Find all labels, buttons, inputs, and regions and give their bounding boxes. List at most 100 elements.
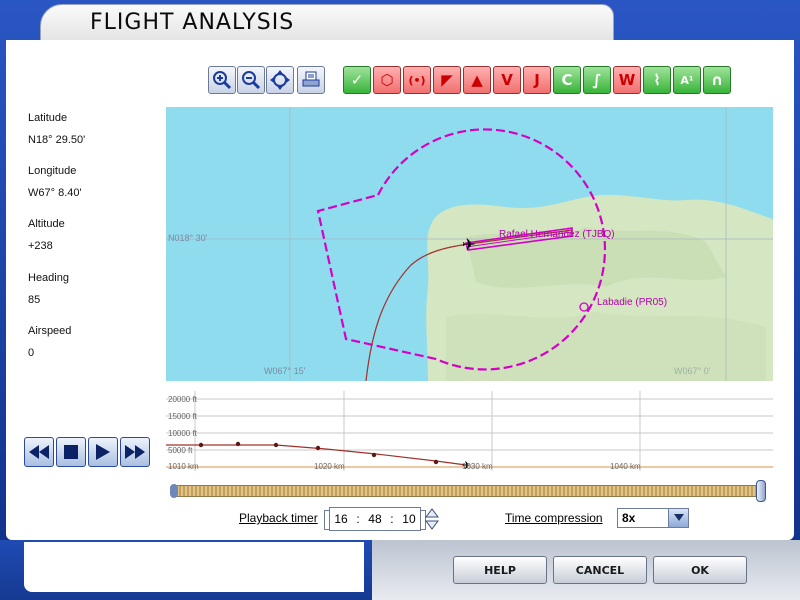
zoom-in-button[interactable] bbox=[208, 66, 236, 94]
timer-sep-1: : bbox=[356, 512, 360, 526]
jet-airway-button[interactable]: J bbox=[523, 66, 551, 94]
timer-sep-2: : bbox=[390, 512, 394, 526]
terrain-shade-2 bbox=[446, 312, 766, 381]
airspace-icon: C bbox=[561, 71, 573, 89]
terrain-icon: ⌇ bbox=[653, 71, 661, 89]
weather-button[interactable]: W bbox=[613, 66, 641, 94]
time-compression-select[interactable]: 8x bbox=[617, 508, 689, 528]
lon-grid-label: W067° 15' bbox=[264, 366, 306, 376]
fast-forward-icon bbox=[125, 445, 145, 459]
heading-label: Heading bbox=[28, 272, 69, 284]
stop-button[interactable] bbox=[56, 437, 86, 467]
route-icon: ∫ bbox=[592, 71, 602, 89]
help-button[interactable]: HELP bbox=[453, 556, 547, 584]
dist-tick-1030: 1030 km bbox=[462, 462, 493, 471]
profile-marker-1 bbox=[198, 442, 204, 448]
timer-minutes[interactable]: 48 bbox=[368, 512, 381, 526]
ok-button[interactable]: OK bbox=[653, 556, 747, 584]
victor-airway-button[interactable]: V bbox=[493, 66, 521, 94]
profile-canvas: ✈ bbox=[166, 391, 773, 471]
print-icon bbox=[302, 71, 320, 87]
vor-icon: ⬡ bbox=[380, 71, 394, 89]
cancel-button[interactable]: CANCEL bbox=[553, 556, 647, 584]
altitude-profile: ✈ 20000 ft 15000 ft 10000 ft 5000 ft 101… bbox=[166, 391, 773, 471]
airport-button[interactable]: ✓ bbox=[343, 66, 371, 94]
zoom-out-icon bbox=[242, 71, 261, 90]
lat-grid-label: N018° 30' bbox=[168, 233, 208, 243]
airspeed-value: 0 bbox=[28, 347, 35, 359]
airport-icon: ✓ bbox=[350, 71, 364, 89]
playback-slider-start bbox=[170, 484, 178, 498]
lon-grid-label-right: W067° 0' bbox=[674, 366, 711, 376]
zoom-out-button[interactable] bbox=[237, 66, 265, 94]
map-canvas: ✈ bbox=[166, 107, 773, 381]
latitude-label: Latitude bbox=[28, 112, 68, 124]
longitude-label: Longitude bbox=[28, 165, 77, 177]
intersection-icon: ◤ bbox=[441, 71, 453, 89]
time-compression-label: Time compression bbox=[505, 511, 603, 525]
obstacle-icon: ▲ bbox=[471, 71, 483, 89]
ndb-button[interactable]: (•) bbox=[403, 66, 431, 94]
play-button[interactable] bbox=[88, 437, 118, 467]
spinner-down-icon bbox=[425, 520, 439, 530]
status-area bbox=[24, 542, 364, 592]
center-button[interactable] bbox=[266, 66, 294, 94]
center-icon bbox=[270, 70, 290, 90]
alt-tick-10000: 10000 ft bbox=[168, 429, 197, 438]
timer-spinner[interactable] bbox=[424, 507, 440, 531]
altitude-label: Altitude bbox=[28, 218, 65, 230]
playback-slider-thumb[interactable] bbox=[756, 480, 766, 502]
obstacle-button[interactable]: ▲ bbox=[463, 66, 491, 94]
window-title: FLIGHT ANALYSIS bbox=[90, 10, 295, 35]
label-button[interactable]: A¹ bbox=[673, 66, 701, 94]
label-icon: A¹ bbox=[680, 73, 694, 87]
time-compression-value: 8x bbox=[622, 511, 636, 525]
longitude-value: W67° 8.40' bbox=[28, 187, 82, 199]
dist-tick-1040: 1040 km bbox=[610, 462, 641, 471]
profile-marker-4 bbox=[315, 445, 321, 451]
intersection-button[interactable]: ◤ bbox=[433, 66, 461, 94]
dropdown-arrow-icon[interactable] bbox=[668, 509, 688, 527]
profile-marker-2 bbox=[235, 441, 241, 447]
airport-label-tjbq[interactable]: Rafael Hernandez (TJBQ) bbox=[499, 229, 615, 240]
weather-icon: W bbox=[618, 71, 636, 89]
map-view[interactable]: ✈ N018° 30' W067° 15' W067° 0' Rafael He… bbox=[166, 107, 773, 381]
print-button[interactable] bbox=[297, 66, 325, 94]
time-compression-label-text: Time compression bbox=[505, 511, 603, 525]
spinner-up-icon bbox=[425, 508, 439, 518]
dist-tick-1010: 1010 km bbox=[168, 462, 199, 471]
playback-timer-field[interactable]: 16 : 48 : 10 bbox=[324, 507, 426, 531]
profile-marker-3 bbox=[273, 442, 279, 448]
flight-path-icon: ∩ bbox=[710, 71, 724, 89]
terrain-button[interactable]: ⌇ bbox=[643, 66, 671, 94]
dist-tick-1020: 1020 km bbox=[314, 462, 345, 471]
timer-seconds[interactable]: 10 bbox=[402, 512, 415, 526]
zoom-in-icon bbox=[213, 71, 232, 90]
altitude-value: +238 bbox=[28, 240, 53, 252]
alt-tick-5000: 5000 ft bbox=[168, 446, 193, 455]
aircraft-icon: ✈ bbox=[462, 235, 475, 254]
fast-forward-button[interactable] bbox=[120, 437, 150, 467]
stop-icon bbox=[64, 445, 78, 459]
latitude-value: N18° 29.50' bbox=[28, 134, 86, 146]
playback-timer-label-text: Playback timer bbox=[239, 511, 318, 525]
ndb-icon: (•) bbox=[408, 73, 426, 87]
route-button[interactable]: ∫ bbox=[583, 66, 611, 94]
jet-airway-icon: J bbox=[534, 71, 540, 89]
profile-marker-6 bbox=[433, 459, 439, 465]
vor-button[interactable]: ⬡ bbox=[373, 66, 401, 94]
play-icon bbox=[96, 444, 110, 460]
rewind-button[interactable] bbox=[24, 437, 54, 467]
airspace-button[interactable]: C bbox=[553, 66, 581, 94]
rewind-icon bbox=[29, 445, 49, 459]
victor-airway-icon: V bbox=[501, 71, 513, 89]
playback-timer-label: Playback timer bbox=[239, 511, 318, 525]
heading-value: 85 bbox=[28, 294, 41, 306]
profile-marker-5 bbox=[371, 452, 377, 458]
alt-tick-20000: 20000 ft bbox=[168, 395, 197, 404]
airport-label-pr05[interactable]: Labadie (PR05) bbox=[597, 297, 667, 308]
timer-hours[interactable]: 16 bbox=[334, 512, 347, 526]
alt-tick-15000: 15000 ft bbox=[168, 412, 197, 421]
playback-slider-track[interactable] bbox=[170, 485, 766, 497]
flight-path-button[interactable]: ∩ bbox=[703, 66, 731, 94]
